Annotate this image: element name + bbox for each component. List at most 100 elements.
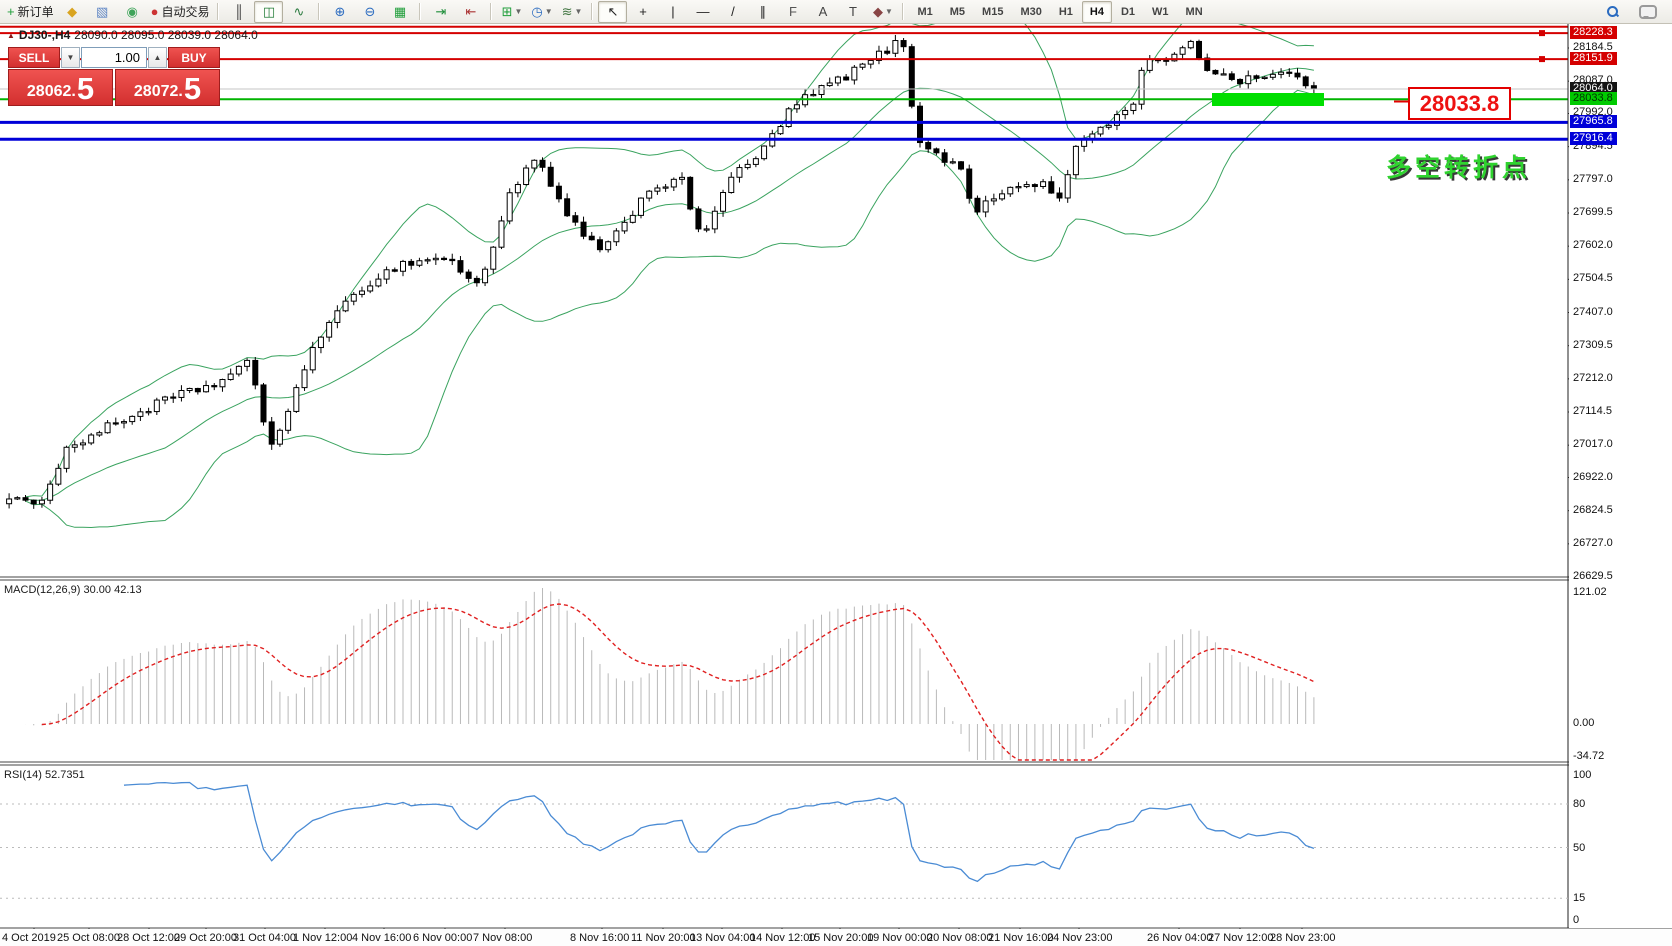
market-watch-button[interactable]: ▧: [88, 1, 117, 23]
history-center-button[interactable]: ◆: [58, 1, 87, 23]
new-order-button[interactable]: + 新订单: [4, 1, 57, 23]
timeframe-d1[interactable]: D1: [1113, 1, 1143, 23]
timeframe-mn[interactable]: MN: [1178, 1, 1211, 23]
toolbar-separator: [419, 3, 422, 20]
macd-name: MACD(12,26,9): [4, 584, 81, 596]
vertical-line-button[interactable]: |: [658, 1, 687, 23]
volume-input[interactable]: 1.00: [81, 47, 147, 68]
price-tick-label: 27212.0: [1573, 371, 1613, 384]
cursor-button[interactable]: ↖: [598, 0, 628, 23]
new-chart-button[interactable]: ⊞ ▼: [497, 1, 526, 23]
timeframe-m1[interactable]: M1: [909, 1, 940, 23]
fibonacci-button[interactable]: F: [778, 1, 807, 23]
rsi-scale-label: 50: [1573, 841, 1586, 854]
time-tick-label: 15 Nov 20:00: [808, 932, 874, 944]
price-tick-label: 26727.0: [1573, 536, 1613, 549]
toolbar-separator: [902, 3, 905, 20]
auto-scroll-button[interactable]: ⇥: [426, 1, 455, 23]
bar-chart-icon: ║: [234, 4, 244, 19]
market-watch-icon: ▧: [95, 4, 109, 19]
time-tick-label: 4 Nov 16:00: [352, 932, 412, 944]
zoom-in-button[interactable]: ⊕: [325, 1, 354, 23]
timeframe-h1[interactable]: H1: [1051, 1, 1081, 23]
time-scale[interactable]: 4 Oct 2019 25 Oct 08:00 28 Oct 12:00 29 Oct…: [0, 929, 1672, 946]
toolbar-separator: [318, 3, 321, 20]
buy-price-display[interactable]: 28072. 5: [115, 69, 220, 106]
horizontal-line-icon: —: [696, 4, 710, 19]
timeframe-m15[interactable]: M15: [974, 1, 1011, 23]
toolbar-group: ↖ + | — / ∥ F A T ◆ ▼: [598, 0, 897, 23]
crosshair-button[interactable]: +: [628, 1, 657, 23]
text-icon: A: [818, 4, 828, 19]
search-button[interactable]: [1598, 1, 1627, 23]
rsi-name: RSI(14): [4, 769, 42, 781]
macd-scale-zero: 0.00: [1573, 717, 1595, 729]
line-chart-button[interactable]: ∿: [284, 1, 313, 23]
zoom-out-button[interactable]: ⊖: [355, 1, 384, 23]
sell-price-pips: 5: [76, 71, 95, 107]
zoom-out-icon: ⊖: [364, 4, 376, 19]
sell-price-main: 28062.: [26, 83, 76, 101]
toolbar-group: ⊞ ▼ ◷ ▼ ≋ ▼: [497, 1, 586, 23]
text-button[interactable]: A: [808, 1, 837, 23]
toolbar-group: + 新订单 ◆ ▧ ◉ ● 自动交易: [4, 1, 212, 23]
toolbar-group: ║ ◫ ∿: [224, 0, 313, 23]
auto-trading-button[interactable]: ● 自动交易: [148, 1, 213, 23]
price-scale[interactable]: 28184.5 28087.0 27992.0 27894.5 27797.0 27699…: [1569, 24, 1672, 928]
toolbar-separator: [217, 3, 220, 20]
price-tick-label: 27407.0: [1573, 305, 1613, 318]
volume-decrease-button[interactable]: ▼: [61, 47, 80, 68]
time-tick-label: 20 Nov 08:00: [927, 932, 993, 944]
time-tick-label: 4 Oct 2019: [2, 932, 56, 944]
buy-price-pips: 5: [183, 71, 202, 107]
time-tick-label: 31 Oct 04:00: [233, 932, 296, 944]
price-tick-label: 27797.0: [1573, 172, 1613, 185]
text-label-button[interactable]: T: [838, 1, 867, 23]
time-tick-label: 13 Nov 04:00: [690, 932, 756, 944]
buy-button[interactable]: BUY: [168, 47, 220, 68]
time-tick-label: 27 Nov 12:00: [1208, 932, 1274, 944]
sell-button[interactable]: SELL: [8, 47, 60, 68]
auto-scroll-icon: ⇥: [435, 4, 447, 19]
trendline-icon: /: [731, 4, 735, 19]
symbol-marker-icon: ▲: [7, 30, 15, 40]
toolbar-separator: [490, 3, 493, 20]
candlestick-chart-icon: ◫: [262, 4, 276, 19]
auto-trading-icon: ●: [150, 4, 159, 19]
chart-shift-button[interactable]: ⇤: [456, 1, 485, 23]
time-tick-label: 6 Nov 00:00: [413, 932, 473, 944]
signals-icon: ◉: [126, 4, 138, 19]
search-icon: [1607, 6, 1618, 17]
signals-button[interactable]: ◉: [118, 1, 147, 23]
volume-increase-button[interactable]: ▲: [148, 47, 167, 68]
time-tick-label: 7 Nov 08:00: [473, 932, 533, 944]
tile-windows-icon: ▦: [393, 4, 407, 19]
time-tick-label: 14 Nov 12:00: [750, 932, 816, 944]
timeframe-m5[interactable]: M5: [942, 1, 973, 23]
time-tick-label: 11 Nov 20:00: [631, 932, 696, 944]
equidistant-channel-button[interactable]: ∥: [748, 1, 777, 23]
rsi-label: RSI(14) 52.7351: [4, 769, 85, 781]
price-line-label: 28151.9: [1570, 52, 1617, 66]
candlestick-chart-button[interactable]: ◫: [254, 0, 284, 23]
timeframe-m30[interactable]: M30: [1012, 1, 1049, 23]
arrows-button[interactable]: ◆ ▼: [868, 1, 897, 23]
highlight-bar-annotation: [1212, 93, 1324, 106]
sell-price-display[interactable]: 28062. 5: [8, 69, 113, 106]
price-tick-label: 27114.5: [1573, 405, 1612, 417]
horizontal-line-button[interactable]: —: [688, 1, 717, 23]
indicators-button[interactable]: ≋ ▼: [557, 1, 586, 23]
profiles-button[interactable]: ◷ ▼: [527, 1, 556, 23]
price-tick-label: 26629.5: [1573, 570, 1613, 582]
macd-scale-min: -34.72: [1573, 750, 1605, 762]
price-tick-label: 27699.5: [1573, 205, 1613, 218]
tile-windows-button[interactable]: ▦: [385, 1, 414, 23]
price-line-label: 28228.3: [1570, 26, 1617, 40]
price-tick-label: 26824.5: [1573, 503, 1613, 516]
trendline-button[interactable]: /: [718, 1, 747, 23]
timeframe-w1[interactable]: W1: [1144, 1, 1177, 23]
chat-button[interactable]: [1633, 1, 1662, 23]
timeframe-h4[interactable]: H4: [1081, 0, 1112, 23]
bar-chart-button[interactable]: ║: [224, 1, 253, 23]
time-tick-label: 19 Nov 00:00: [867, 932, 933, 944]
